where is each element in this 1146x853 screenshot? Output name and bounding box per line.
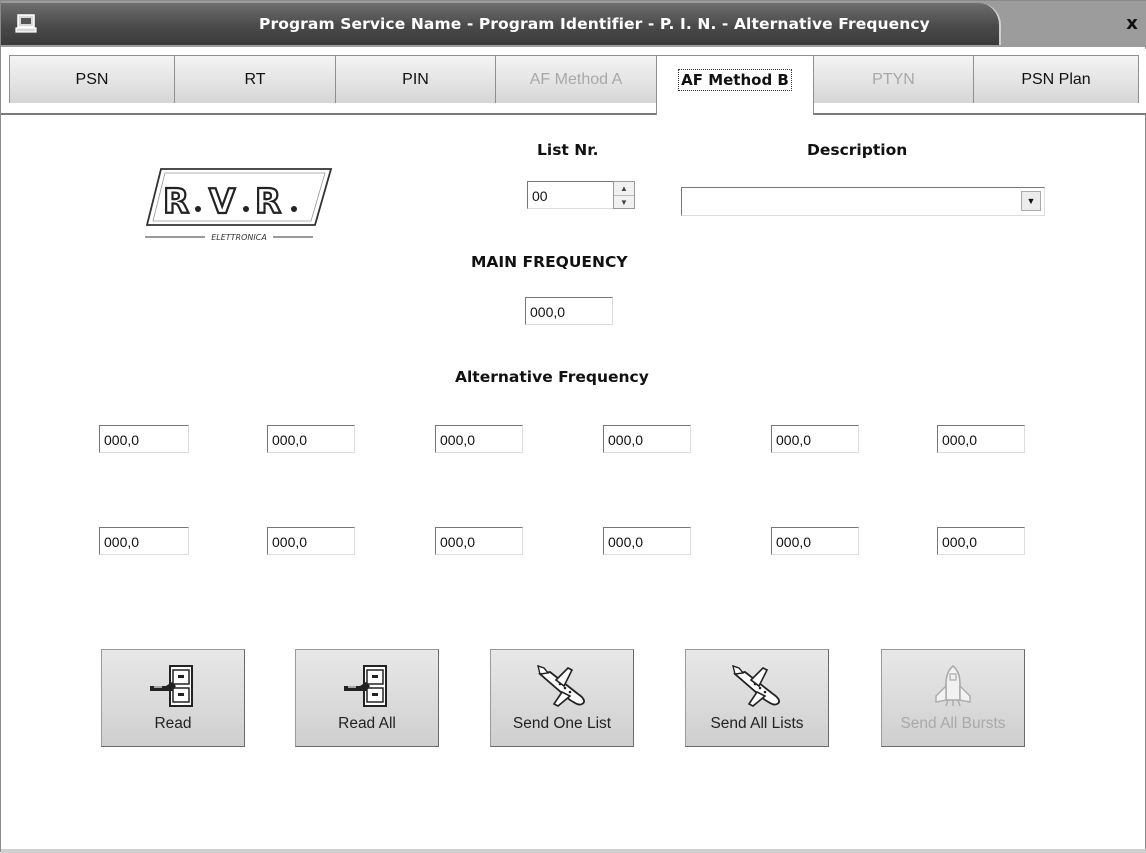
list-nr-spinner[interactable]: ▲ ▼ xyxy=(613,181,635,209)
af-field[interactable]: 000,0 xyxy=(435,425,523,453)
tab-af-method-b[interactable]: AF Method B xyxy=(656,55,814,115)
chevron-up-icon[interactable]: ▲ xyxy=(614,182,634,195)
af-field[interactable]: 000,0 xyxy=(603,527,691,555)
tab-bar: PSN RT PIN AF Method A AF Method B PTYN … xyxy=(1,49,1146,115)
title-bar[interactable]: Program Service Name - Program Identifie… xyxy=(1,1,1146,47)
bottom-border xyxy=(1,849,1146,853)
tab-label: PIN xyxy=(402,71,429,88)
send-all-bursts-button[interactable]: Send All Bursts xyxy=(881,649,1025,747)
space-shuttle-icon xyxy=(935,664,971,707)
airplane-icon xyxy=(537,664,585,707)
tab-rt[interactable]: RT xyxy=(174,55,336,103)
file-cabinet-icon xyxy=(150,665,193,707)
rvr-logo: R V R ELETTRONICA xyxy=(145,168,333,242)
file-cabinet-icon xyxy=(344,665,387,707)
tab-label: PSN Plan xyxy=(1021,71,1091,88)
airplane-icon xyxy=(732,664,780,707)
af-field[interactable]: 000,0 xyxy=(603,425,691,453)
send-all-lists-button-label: Send All Lists xyxy=(710,715,804,732)
af-field[interactable]: 000,0 xyxy=(435,527,523,555)
tab-label: AF Method A xyxy=(529,71,623,88)
logo-subtitle: ELETTRONICA xyxy=(211,233,267,242)
send-all-bursts-button-label: Send All Bursts xyxy=(900,715,1006,732)
tab-label: PSN xyxy=(75,71,109,88)
window-title: Program Service Name - Program Identifie… xyxy=(259,15,930,33)
tab-psn-plan[interactable]: PSN Plan xyxy=(973,55,1139,103)
description-combo[interactable]: ▼ xyxy=(681,187,1045,216)
read-all-button[interactable]: Read All xyxy=(295,649,439,747)
computer-icon[interactable] xyxy=(15,14,37,34)
tab-pin[interactable]: PIN xyxy=(335,55,496,103)
main-frequency-field[interactable]: 000,0 xyxy=(525,297,613,325)
alternative-frequency-label: Alternative Frequency xyxy=(455,368,649,386)
af-field[interactable]: 000,0 xyxy=(771,425,859,453)
af-method-b-window: Program Service Name - Program Identifie… xyxy=(0,0,1146,853)
logo-letter-r1: R xyxy=(163,182,189,222)
chevron-down-icon[interactable]: ▼ xyxy=(1021,191,1041,211)
af-field[interactable]: 000,0 xyxy=(99,425,189,453)
tab-label: AF Method B xyxy=(678,69,792,91)
tab-psn[interactable]: PSN xyxy=(9,55,175,103)
list-nr-field[interactable]: 00 xyxy=(527,181,619,209)
chevron-down-icon[interactable]: ▼ xyxy=(614,195,634,208)
af-field[interactable]: 000,0 xyxy=(937,527,1025,555)
tab-ptyn[interactable]: PTYN xyxy=(813,55,974,103)
send-one-list-button-label: Send One List xyxy=(512,715,612,732)
af-field[interactable]: 000,0 xyxy=(99,527,189,555)
logo-letter-r2: R xyxy=(255,182,281,222)
af-field[interactable]: 000,0 xyxy=(771,527,859,555)
tab-label: PTYN xyxy=(872,71,915,88)
list-nr-label: List Nr. xyxy=(537,141,599,159)
read-button[interactable]: Read xyxy=(101,649,245,747)
send-all-lists-button[interactable]: Send All Lists xyxy=(685,649,829,747)
logo-letter-v: V xyxy=(209,182,236,222)
tab-label: RT xyxy=(244,71,266,88)
send-one-list-button[interactable]: Send One List xyxy=(490,649,634,747)
read-button-label: Read xyxy=(154,715,192,732)
af-field[interactable]: 000,0 xyxy=(937,425,1025,453)
close-icon[interactable]: x xyxy=(1121,13,1143,35)
tab-af-method-a[interactable]: AF Method A xyxy=(495,55,657,103)
main-frequency-label: MAIN FREQUENCY xyxy=(471,253,628,271)
af-field[interactable]: 000,0 xyxy=(267,425,355,453)
description-label: Description xyxy=(807,141,908,159)
read-all-button-label: Read All xyxy=(338,715,396,732)
af-field[interactable]: 000,0 xyxy=(267,527,355,555)
